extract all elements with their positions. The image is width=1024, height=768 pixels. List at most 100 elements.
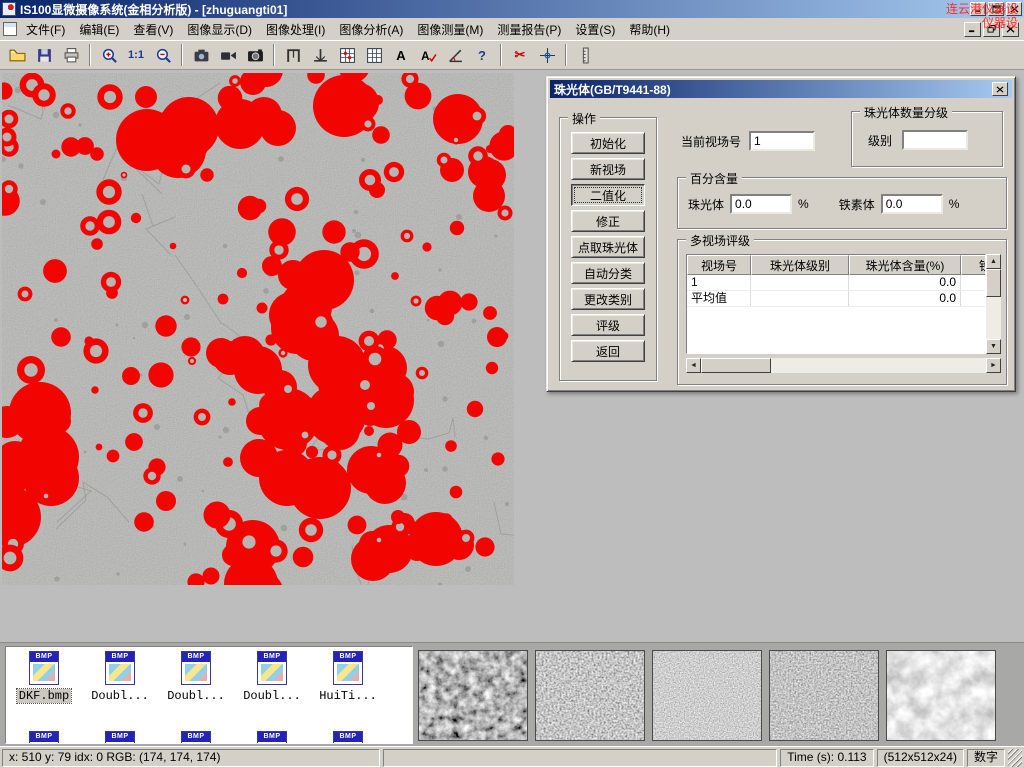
menu-item-image-process[interactable]: 图像处理(I) (259, 18, 332, 41)
dialog-title-bar[interactable]: 珠光体(GB/T9441-88) (550, 80, 1012, 98)
toolbar-crosshair-button[interactable] (534, 43, 560, 68)
toolbar-cut-button[interactable]: ✂ (507, 43, 533, 68)
toolbar-text-annotate-button[interactable]: A (415, 43, 441, 68)
toolbar-zoom-in-button[interactable] (96, 43, 122, 68)
toolbar-print-button[interactable] (58, 43, 84, 68)
mdi-close-button[interactable] (1002, 22, 1019, 37)
menu-item-file[interactable]: 文件(F) (19, 18, 72, 41)
toolbar-separator (181, 44, 183, 66)
pearlite-label: 珠光体 (688, 196, 724, 213)
toolbar-grid-button[interactable] (361, 43, 387, 68)
file-item[interactable]: BMPDoubl... (82, 647, 158, 705)
file-item-partial[interactable]: BMP (158, 727, 234, 744)
dialog-close-button[interactable] (992, 82, 1008, 96)
minimize-button[interactable] (970, 2, 986, 16)
file-name: Doubl... (165, 689, 227, 703)
file-item[interactable]: BMPHuiTi... (310, 647, 386, 705)
grid-mark-icon (339, 47, 356, 64)
toolbar-text-a-button[interactable]: A (388, 43, 414, 68)
menu-item-settings[interactable]: 设置(S) (568, 18, 622, 41)
scroll-down-icon[interactable]: ▼ (986, 339, 1001, 354)
time-info: Time (s): 0.113 (780, 749, 873, 767)
menu-item-image-display[interactable]: 图像显示(D) (180, 18, 259, 41)
toolbar-separator (89, 44, 91, 66)
specimen-thumbnail-5[interactable] (886, 650, 996, 741)
menu-item-image-measure[interactable]: 图像测量(M) (410, 18, 490, 41)
menu-item-image-analysis[interactable]: 图像分析(A) (332, 18, 410, 41)
maximize-button[interactable] (988, 2, 1004, 16)
menu-item-help[interactable]: 帮助(H) (622, 18, 677, 41)
table-horizontal-scrollbar[interactable]: ◄ ► (686, 358, 1001, 373)
op-button-binarize[interactable]: 二值化 (571, 184, 645, 206)
toolbar-actual-size-button[interactable]: 1:1 (123, 43, 149, 68)
scrollbar-thumb[interactable] (701, 358, 771, 373)
table-vertical-scrollbar[interactable]: ▲ ▼ (986, 254, 1001, 354)
toolbar-caliper-2-button[interactable] (307, 43, 333, 68)
close-button[interactable] (1006, 2, 1022, 16)
table-cell: 1 (687, 275, 751, 290)
toolbar-save-button[interactable] (31, 43, 57, 68)
file-item-partial[interactable]: BMP (6, 727, 82, 744)
toolbar-capture-button[interactable] (188, 43, 214, 68)
crosshair-icon (539, 47, 556, 64)
level-input[interactable] (902, 130, 968, 150)
toolbar-video-button[interactable] (215, 43, 241, 68)
toolbar-zoom-out-button[interactable] (150, 43, 176, 68)
bmp-file-icon: BMP (257, 731, 287, 744)
op-button-auto-classify[interactable]: 自动分类 (571, 262, 645, 284)
op-button-correct[interactable]: 修正 (571, 210, 645, 232)
specimen-thumbnail-3[interactable] (652, 650, 762, 741)
specimen-thumbnail-2[interactable] (535, 650, 645, 741)
specimen-thumbnail-1[interactable] (418, 650, 528, 741)
mdi-restore-button[interactable] (983, 22, 1000, 37)
table-row[interactable]: 10.0 (687, 275, 985, 291)
toolbar-grid-mark-button[interactable] (334, 43, 360, 68)
status-bar: x: 510 y: 79 idx: 0 RGB: (174, 174, 174)… (0, 746, 1024, 768)
current-field-input[interactable] (749, 131, 815, 151)
table-header-1[interactable]: 珠光体级别 (751, 255, 849, 275)
file-item[interactable]: BMPDoubl... (158, 647, 234, 705)
toolbar-camera-button[interactable] (242, 43, 268, 68)
pearlite-input[interactable] (730, 194, 792, 214)
scroll-left-icon[interactable]: ◄ (686, 358, 701, 373)
file-name: Doubl... (241, 689, 303, 703)
toolbar-open-button[interactable] (4, 43, 30, 68)
toolbar-help-button[interactable]: ? (469, 43, 495, 68)
table-header-0[interactable]: 视场号 (687, 255, 751, 275)
toolbar-caliper-1-button[interactable] (280, 43, 306, 68)
scroll-up-icon[interactable]: ▲ (986, 254, 1001, 269)
resize-grip[interactable] (1008, 749, 1022, 767)
ferrite-input[interactable] (881, 194, 943, 214)
rating-table: 视场号珠光体级别珠光体含量(%)铁素 10.0平均值0.0 (686, 254, 986, 354)
op-button-new-field[interactable]: 新视场 (571, 158, 645, 180)
op-button-rate[interactable]: 评级 (571, 314, 645, 336)
op-button-change-category[interactable]: 更改类别 (571, 288, 645, 310)
help-icon: ? (478, 48, 486, 63)
file-item[interactable]: BMPDoubl... (234, 647, 310, 705)
file-item[interactable]: BMPDKF.bmp (6, 647, 82, 705)
micrograph-image[interactable] (2, 73, 514, 585)
cursor-info: x: 510 y: 79 idx: 0 RGB: (174, 174, 174) (2, 749, 380, 767)
specimen-thumbnail-4[interactable] (769, 650, 879, 741)
operation-legend: 操作 (568, 110, 600, 127)
scrollbar-thumb[interactable] (986, 269, 1001, 297)
file-item-partial[interactable]: BMP (310, 727, 386, 744)
mdi-minimize-button[interactable] (964, 22, 981, 37)
bmp-file-icon: BMP (29, 731, 59, 744)
file-item-partial[interactable]: BMP (234, 727, 310, 744)
menu-item-measure-report[interactable]: 测量报告(P) (490, 18, 568, 41)
bottom-panel: BMPDKF.bmpBMPDoubl...BMPDoubl...BMPDoubl… (0, 642, 1024, 746)
op-button-initialize[interactable]: 初始化 (571, 132, 645, 154)
table-header-2[interactable]: 珠光体含量(%) (849, 255, 961, 275)
toolbar-ruler-button[interactable] (572, 43, 598, 68)
op-button-pick-pearlite[interactable]: 点取珠光体 (571, 236, 645, 258)
menu-item-view[interactable]: 查看(V) (126, 18, 180, 41)
table-row[interactable]: 平均值0.0 (687, 291, 985, 307)
table-header-3[interactable]: 铁素 (961, 255, 986, 275)
scroll-right-icon[interactable]: ► (986, 358, 1001, 373)
title-bar: IS100显微摄像系统(金相分析版) - [zhuguangti01] (0, 0, 1024, 18)
menu-item-edit[interactable]: 编辑(E) (72, 18, 126, 41)
toolbar-angle-button[interactable] (442, 43, 468, 68)
op-button-return[interactable]: 返回 (571, 340, 645, 362)
file-item-partial[interactable]: BMP (82, 727, 158, 744)
